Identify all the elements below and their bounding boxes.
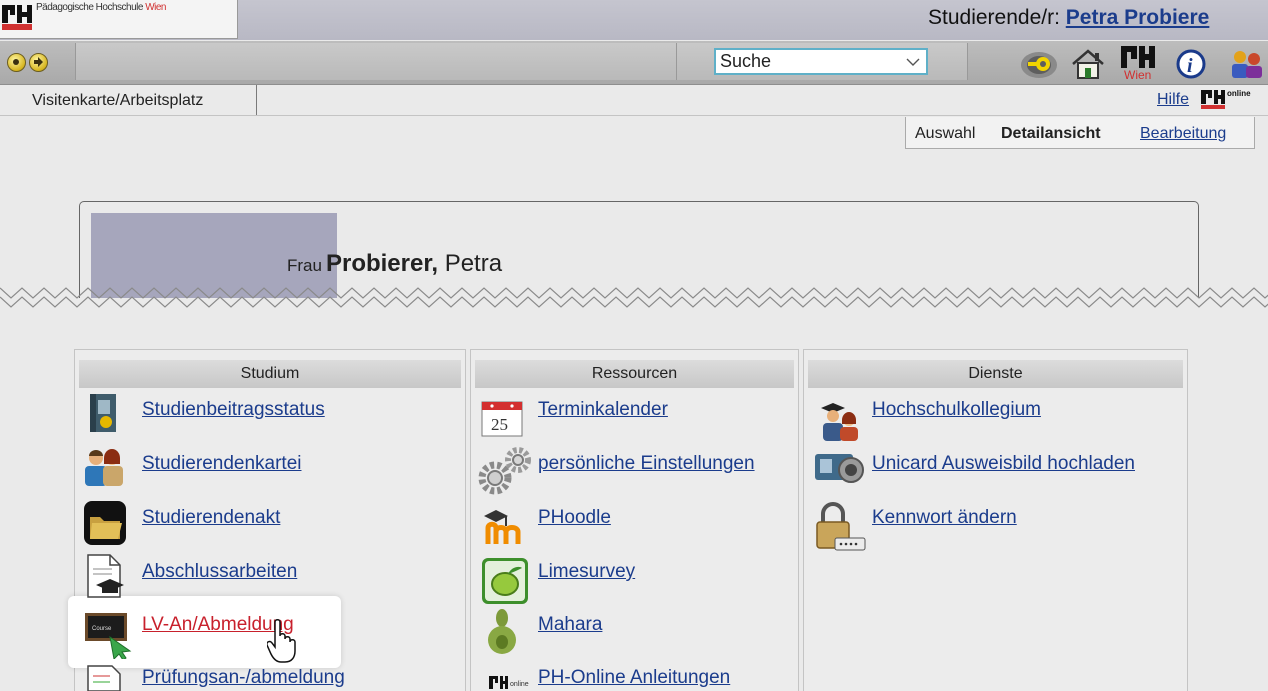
- column-header-studium: Studium: [79, 360, 461, 388]
- settings-gear-icon: [478, 447, 531, 495]
- link-mahara: Mahara: [538, 614, 603, 635]
- link-studierendenakt: Studierendenakt: [142, 507, 281, 528]
- help-link[interactable]: Hilfe: [1157, 91, 1189, 109]
- institution-logo[interactable]: Pädagogische Hochschule Wien: [0, 0, 238, 39]
- view-bearbeitung-link[interactable]: Bearbeitung: [1140, 125, 1226, 143]
- search-select[interactable]: Suche: [714, 48, 928, 75]
- svg-text:Course: Course: [92, 626, 112, 632]
- search-select-value: Suche: [720, 51, 772, 71]
- moodle-icon: [484, 510, 521, 544]
- toolbar-spacer: [75, 43, 677, 80]
- link-kennwort-aendern: Kennwort ändern: [872, 507, 1017, 528]
- view-detailansicht: Detailansicht: [1001, 125, 1101, 142]
- thesis-icon: [87, 554, 124, 598]
- logo-text: Pädagogische Hochschule: [36, 2, 143, 13]
- svg-text:i: i: [1187, 55, 1193, 77]
- svg-text:online: online: [1227, 89, 1251, 98]
- person-lastname: Probierer: [325, 250, 432, 277]
- ph-online-logo-icon[interactable]: online: [1199, 86, 1261, 112]
- home-icon[interactable]: [1070, 48, 1106, 80]
- user-name-link[interactable]: Petra Probiere: [1066, 6, 1210, 29]
- key-icon[interactable]: [1018, 48, 1060, 80]
- link-pruefungsanmeldung: Prüfungsan-/abmeldung: [142, 667, 345, 688]
- svg-text:25: 25: [491, 415, 508, 434]
- ph-wien-logo-icon[interactable]: Wien: [1119, 44, 1157, 80]
- tab-row: Visitenkarte/Arbeitsplatz: [0, 85, 1268, 116]
- logo-text-accent: Wien: [145, 2, 166, 13]
- zigzag-divider: [0, 287, 1268, 315]
- mahara-icon: [488, 609, 516, 654]
- view-auswahl[interactable]: Auswahl: [915, 125, 975, 143]
- link-persoenliche-einstellungen: persönliche Einstellungen: [538, 453, 755, 474]
- course-registration-icon: Course: [85, 613, 132, 659]
- person-salutation: Frau: [287, 256, 322, 275]
- calendar-icon: 25: [481, 401, 523, 437]
- forward-icon[interactable]: [29, 53, 48, 72]
- student-registry-icon: [85, 449, 123, 486]
- link-unicard-ausweisbild: Unicard Ausweisbild hochladen: [872, 453, 1135, 474]
- tab-visitenkarte[interactable]: Visitenkarte/Arbeitsplatz: [0, 85, 257, 115]
- ph-logo-icon: [2, 5, 32, 30]
- info-icon[interactable]: i: [1174, 48, 1208, 80]
- people-icon[interactable]: [1226, 48, 1268, 80]
- id-card-camera-icon: [815, 454, 864, 483]
- column-header-ressourcen: Ressourcen: [475, 360, 794, 388]
- link-abschlussarbeiten: Abschlussarbeiten: [142, 561, 298, 582]
- link-phoodle: PHoodle: [538, 507, 611, 528]
- column-header-dienste: Dienste: [808, 360, 1183, 388]
- svg-text:online: online: [510, 681, 529, 688]
- ph-online-manual-icon: online: [489, 676, 529, 689]
- link-terminkalender: Terminkalender: [538, 399, 668, 420]
- user-label: Studierende/r:: [928, 6, 1060, 29]
- link-ph-online-anleitungen: PH-Online Anleitungen: [538, 667, 731, 688]
- password-lock-icon: [816, 502, 866, 551]
- svg-text:Wien: Wien: [1124, 68, 1151, 80]
- current-user: Studierende/r: Petra Probiere: [928, 6, 1209, 30]
- exam-registration-icon: [87, 665, 121, 691]
- pointer-cursor-icon: [267, 619, 296, 663]
- chevron-down-icon: [906, 58, 920, 66]
- link-hochschulkollegium: Hochschulkollegium: [872, 399, 1041, 420]
- fee-status-icon: [90, 394, 116, 432]
- link-limesurvey: Limesurvey: [538, 561, 636, 582]
- person-firstname: Petra: [444, 250, 503, 277]
- link-studierendenkartei: Studierendenkartei: [142, 453, 302, 474]
- limesurvey-icon: [482, 558, 528, 604]
- faculty-board-icon: [821, 403, 858, 441]
- link-studienbeitragsstatus: Studienbeitragsstatus: [142, 399, 325, 420]
- back-icon[interactable]: [7, 53, 26, 72]
- view-mode-bar: Auswahl Detailansicht Bearbeitung: [905, 117, 1255, 149]
- folder-icon: [84, 501, 126, 545]
- person-name: Frau Probierer, Petra: [287, 250, 503, 277]
